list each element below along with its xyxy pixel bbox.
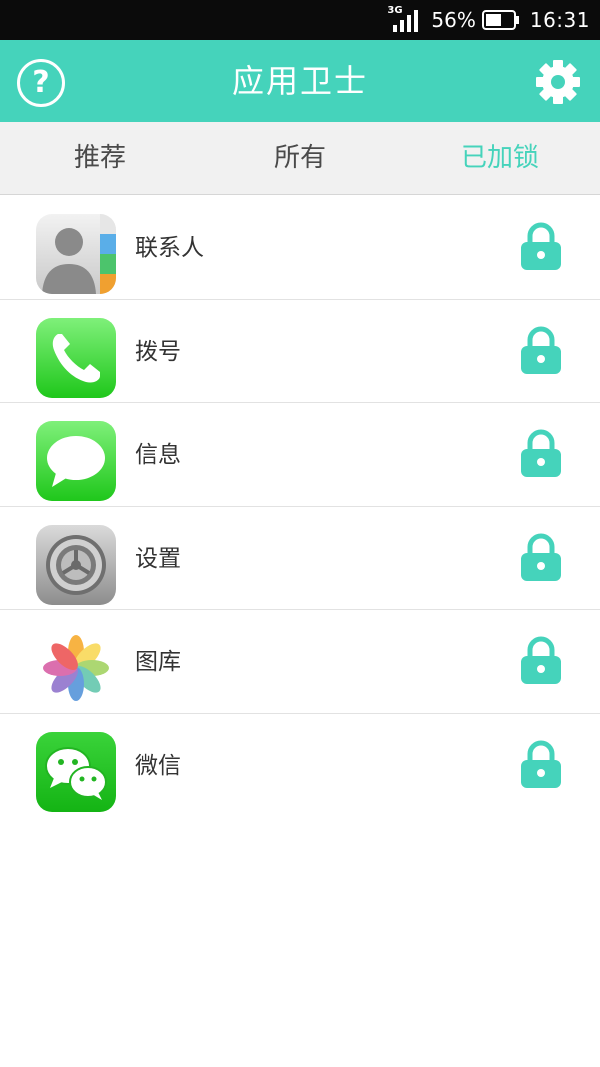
photos-icon	[36, 628, 116, 708]
app-list: 联系人 拨号 信息 设置 图库 微信	[0, 196, 600, 817]
tab-recommended[interactable]: 推荐	[0, 122, 200, 194]
list-item-phone[interactable]: 拨号	[0, 300, 600, 403]
tab-bar: 推荐 所有 已加锁	[0, 122, 600, 195]
status-time: 16:31	[529, 8, 590, 32]
signal-icon: 3G	[387, 5, 423, 34]
status-bar: 3G 56% 16:31	[0, 0, 600, 40]
page-title: 应用卫士	[231, 62, 368, 100]
app-name: 信息	[135, 442, 181, 468]
battery-percent: 56%	[431, 8, 476, 32]
lock-icon[interactable]	[520, 533, 562, 581]
wechat-icon	[36, 731, 116, 812]
list-item-contacts[interactable]: 联系人	[0, 196, 600, 300]
list-item-messages[interactable]: 信息	[0, 403, 600, 507]
app-name: 联系人	[135, 235, 204, 261]
tab-locked[interactable]: 已加锁	[400, 122, 600, 194]
settings-app-icon	[36, 524, 116, 605]
status-indicators: 3G 56% 16:31	[387, 0, 590, 40]
contacts-icon	[36, 214, 116, 294]
tab-all[interactable]: 所有	[200, 122, 400, 194]
list-item-settings[interactable]: 设置	[0, 507, 600, 610]
app-name: 设置	[135, 545, 181, 572]
settings-button[interactable]	[534, 58, 582, 106]
app-name: 图库	[135, 649, 181, 675]
lock-icon[interactable]	[520, 636, 562, 684]
lock-icon[interactable]	[520, 326, 562, 374]
help-button[interactable]: ?	[17, 59, 65, 107]
gear-icon	[536, 60, 580, 104]
lock-icon[interactable]	[520, 740, 562, 788]
lock-icon[interactable]	[520, 429, 562, 477]
list-item-wechat[interactable]: 微信	[0, 714, 600, 818]
battery-icon	[481, 10, 520, 30]
app-header: 应用卫士 ?	[0, 40, 600, 122]
phone-icon	[36, 317, 116, 398]
lock-icon[interactable]	[520, 222, 562, 270]
list-item-photos[interactable]: 图库	[0, 610, 600, 714]
messages-icon	[36, 421, 116, 501]
question-circle-icon: ?	[32, 65, 50, 100]
app-name: 拨号	[135, 338, 181, 365]
app-name: 微信	[135, 752, 181, 779]
